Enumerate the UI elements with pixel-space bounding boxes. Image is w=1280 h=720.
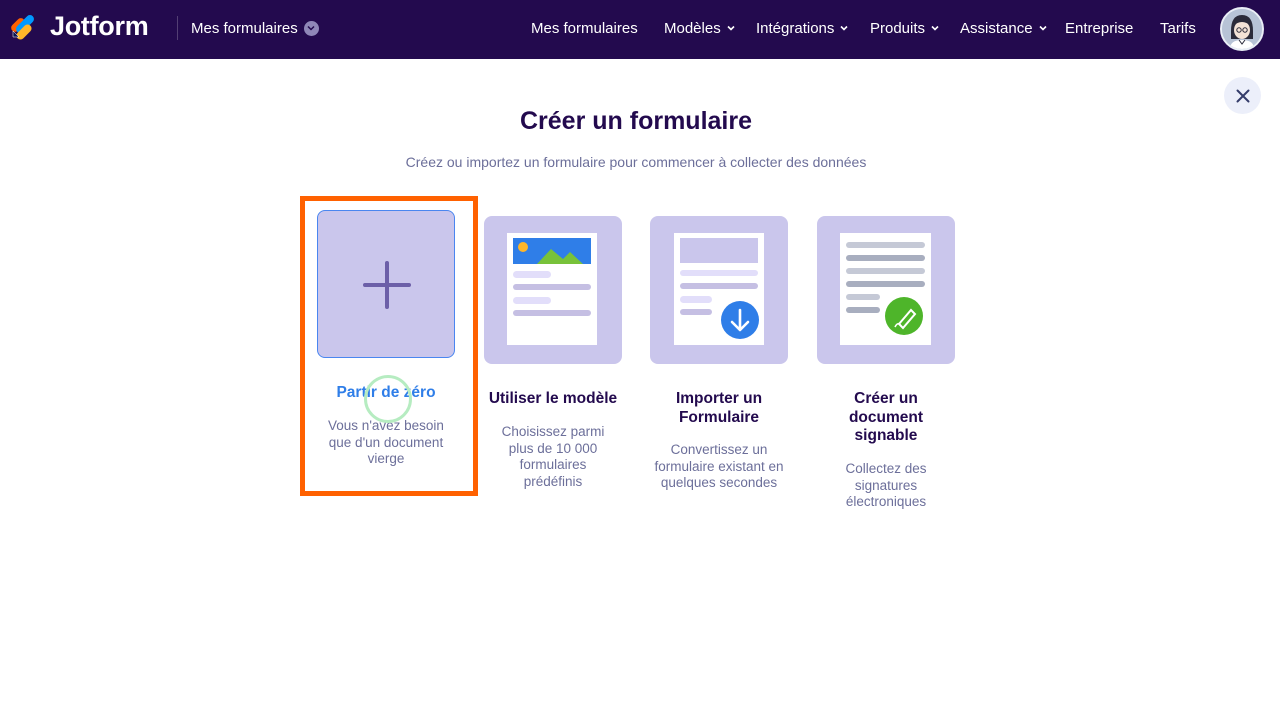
nav-item-support[interactable]: Assistance	[960, 17, 1048, 39]
option-tile[interactable]	[650, 216, 788, 364]
nav-item-label: Tarifs	[1160, 19, 1196, 37]
signature-icon	[840, 233, 931, 345]
nav-item-label: Mes formulaires	[531, 19, 638, 37]
brand-name: Jotform	[50, 10, 149, 41]
header-divider	[177, 16, 178, 40]
nav-item-enterprise[interactable]: Entreprise	[1065, 17, 1133, 39]
jotform-logo-icon	[11, 15, 34, 40]
option-description: Choisissez parmi plus de 10 000 formulai…	[501, 424, 605, 490]
modal-title: Créer un formulaire	[519, 107, 752, 135]
option-create-signable-document[interactable]: Créer un document signable Collectez des…	[811, 216, 961, 516]
nav-item-label: Entreprise	[1065, 19, 1134, 37]
selection-highlight-box	[300, 196, 478, 496]
option-tile[interactable]	[817, 216, 955, 364]
click-indicator	[364, 375, 412, 423]
chevron-down-icon	[931, 25, 939, 31]
option-description: Collectez des signatures électroniques	[845, 461, 927, 510]
nav-item-label: Modèles	[664, 19, 721, 37]
option-description: Convertissez un formulaire existant en q…	[654, 442, 784, 491]
nav-item-my-forms[interactable]: Mes formulaires	[531, 17, 638, 39]
import-icon	[674, 233, 764, 345]
option-label: Utiliser le modèle	[488, 390, 618, 407]
chevron-down-icon	[303, 20, 319, 36]
option-tile[interactable]	[484, 216, 622, 364]
user-avatar-icon	[1222, 9, 1262, 49]
jotform-logo-link[interactable]: Jotform	[10, 10, 149, 41]
my-forms-dropdown-label: Mes formulaires	[191, 19, 298, 37]
top-navigation-bar: Jotform Mes formulaires Mes formulaires …	[0, 0, 1280, 59]
chevron-down-icon	[840, 25, 848, 31]
user-avatar[interactable]	[1220, 7, 1264, 51]
option-label: Importer un Formulaire	[675, 390, 763, 426]
chevron-down-icon	[727, 25, 735, 31]
nav-item-label: Assistance	[960, 19, 1033, 37]
nav-item-label: Intégrations	[756, 19, 835, 37]
nav-item-templates[interactable]: Modèles	[664, 17, 736, 39]
nav-item-pricing[interactable]: Tarifs	[1160, 17, 1196, 39]
modal-subtitle: Créez ou importez un formulaire pour com…	[405, 154, 867, 170]
template-icon	[507, 233, 597, 345]
nav-item-label: Produits	[870, 19, 926, 37]
option-use-template[interactable]: Utiliser le modèle Choisissez parmi plus…	[478, 216, 628, 496]
nav-item-integrations[interactable]: Intégrations	[756, 17, 849, 39]
option-label: Créer un document signable	[848, 390, 924, 444]
my-forms-dropdown[interactable]: Mes formulaires	[191, 17, 319, 39]
close-icon	[1236, 89, 1249, 102]
nav-item-products[interactable]: Produits	[870, 17, 940, 39]
option-import-form[interactable]: Importer un Formulaire Convertissez un f…	[644, 216, 794, 516]
chevron-down-icon	[1038, 25, 1047, 31]
